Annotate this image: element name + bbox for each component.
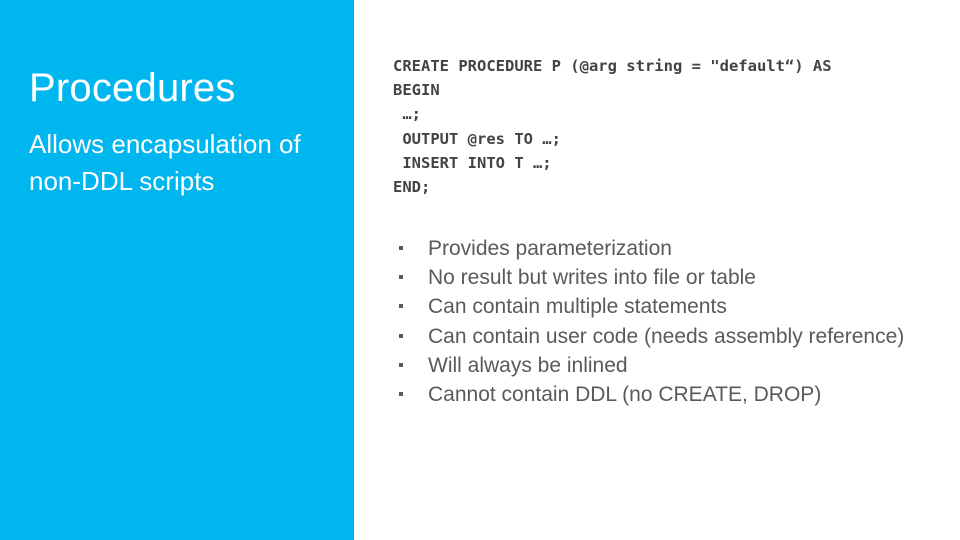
code-line: INSERT INTO T …; [393, 153, 552, 172]
square-bullet-icon [399, 246, 403, 250]
list-item: Can contain user code (needs assembly re… [394, 322, 924, 351]
code-line: OUTPUT @res TO …; [393, 129, 561, 148]
code-line: END; [393, 178, 431, 197]
list-item-label: Provides parameterization [428, 237, 672, 260]
code-line: BEGIN [393, 81, 440, 100]
bullet-list: Provides parameterization No result but w… [394, 234, 924, 409]
slide: Procedures Allows encapsulation of non-D… [0, 0, 960, 540]
page-title: Procedures [29, 66, 236, 110]
list-item: Cannot contain DDL (no CREATE, DROP) [394, 380, 924, 409]
list-item-label: Will always be inlined [428, 353, 628, 377]
code-block: CREATE PROCEDURE P (@arg string = "defau… [393, 54, 938, 199]
square-bullet-icon [399, 304, 403, 309]
list-item-label: Can contain user code (needs assembly re… [428, 324, 905, 348]
accent-panel: Procedures Allows encapsulation of non-D… [0, 0, 354, 540]
square-bullet-icon [399, 392, 403, 397]
content-area: CREATE PROCEDURE P (@arg string = "defau… [354, 0, 960, 540]
code-line: …; [393, 105, 421, 124]
list-item: Provides parameterization [394, 234, 924, 263]
page-subtitle: Allows encapsulation of non-DDL scripts [29, 129, 301, 196]
square-bullet-icon [399, 362, 403, 367]
list-item-label: Can contain multiple statements [428, 295, 727, 319]
list-item-label: No result but writes into file or table [428, 266, 756, 290]
square-bullet-icon [399, 275, 403, 280]
list-item: Will always be inlined [394, 351, 924, 380]
square-bullet-icon [399, 333, 403, 338]
list-item: Can contain multiple statements [394, 292, 924, 321]
list-item-label: Cannot contain DDL (no CREATE, DROP) [428, 383, 822, 407]
code-line: CREATE PROCEDURE P (@arg string = "defau… [393, 57, 832, 75]
list-item: No result but writes into file or table [394, 263, 924, 292]
